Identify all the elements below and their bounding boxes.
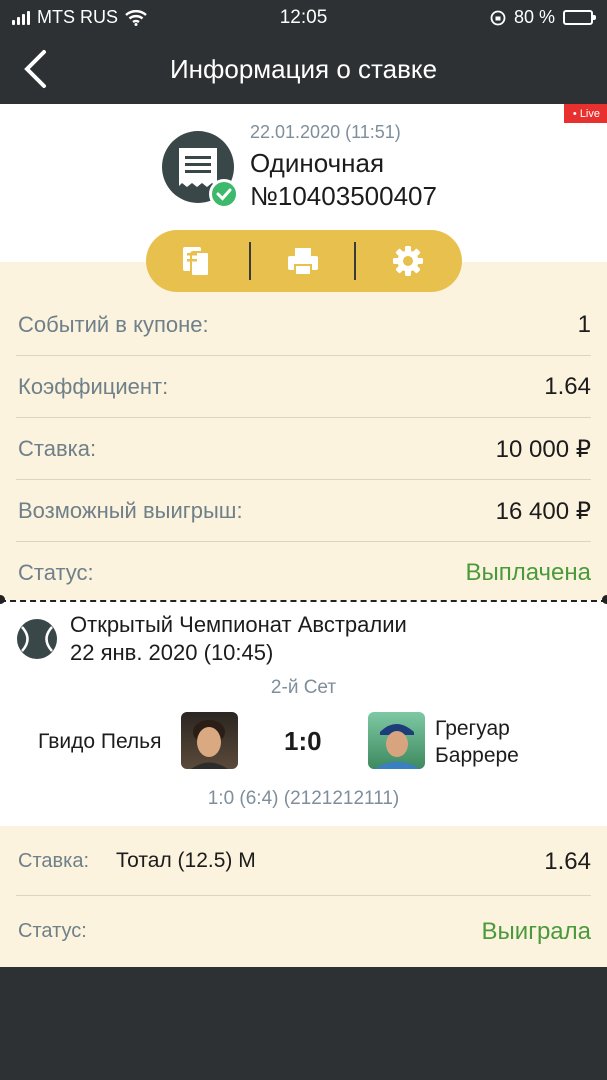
bet-details: Событий в купоне: 1 Коэффициент: 1.64 Ст… — [0, 262, 607, 600]
orientation-lock-icon — [490, 10, 506, 25]
player1-avatar — [181, 712, 238, 769]
battery-icon — [563, 10, 596, 25]
battery-percent: 80 % — [513, 7, 555, 27]
divider-dot — [602, 595, 607, 604]
page-title: Информация о ставке — [169, 54, 438, 84]
detail-row: Возможный выигрыш: 16 400 ₽ — [16, 480, 591, 542]
tennis-ball-icon — [17, 619, 57, 659]
player1-name: Гвидо Пелья — [38, 730, 162, 753]
bet-date: 22.01.2020 (11:51) — [250, 122, 401, 142]
dashed-divider — [0, 600, 607, 602]
possible-win-label: Возможный выигрыш: — [18, 498, 243, 523]
odds-value: 1.64 — [544, 373, 591, 400]
detail-row: Коэффициент: 1.64 — [16, 356, 591, 418]
status-value: Выплачена — [465, 559, 591, 586]
event-card: Открытый Чемпионат Австралии 22 янв. 202… — [0, 600, 607, 826]
bet-row: Ставка: Тотал (12.5) М 1.64 — [16, 826, 591, 896]
stake-value: 10 000 ₽ — [495, 436, 591, 463]
player2-name-line2: Баррере — [435, 744, 519, 767]
event-period: 2-й Сет — [270, 677, 337, 698]
event-date: 22 янв. 2020 (10:45) — [70, 640, 274, 665]
player2-name-line1: Грегуар — [435, 717, 510, 740]
bet-market: Тотал (12.5) М — [116, 849, 256, 872]
gear-icon[interactable] — [390, 244, 426, 278]
score-detail: 1:0 (6:4) (2121212111) — [207, 788, 400, 809]
player2-avatar — [368, 712, 425, 769]
checkmark-icon — [209, 179, 239, 209]
navigation-bar: Информация о ставке — [0, 34, 607, 104]
stake-label: Ставка: — [18, 436, 97, 461]
bet-status-row: Статус: Выиграла — [16, 896, 591, 966]
divider — [249, 242, 251, 280]
divider — [354, 242, 356, 280]
bet-odds: 1.64 — [544, 848, 591, 875]
odds-label: Коэффициент: — [18, 374, 169, 399]
live-badge: • Live — [563, 104, 607, 123]
events-count-value: 1 — [577, 311, 591, 338]
events-count-label: Событий в купоне: — [18, 312, 209, 337]
bet-status-value: Выиграла — [481, 918, 591, 945]
bet-number: №10403500407 — [250, 181, 437, 211]
action-bar — [146, 230, 462, 292]
status-bar: MTS RUS 12:05 80 % — [0, 0, 607, 34]
bet-label: Ставка: — [18, 850, 89, 872]
bet-status-label: Статус: — [18, 920, 87, 942]
bet-type: Одиночная — [250, 148, 385, 178]
detail-row: Ставка: 10 000 ₽ — [16, 418, 591, 480]
tournament-name: Открытый Чемпионат Австралии — [70, 612, 407, 637]
copy-document-icon[interactable] — [178, 244, 214, 278]
match-score: 1:0 — [284, 726, 322, 756]
bet-outcome: Ставка: Тотал (12.5) М 1.64 Статус: Выиг… — [0, 826, 607, 967]
print-icon[interactable] — [285, 244, 321, 278]
possible-win-value: 16 400 ₽ — [495, 498, 591, 525]
detail-row: Статус: Выплачена — [16, 542, 591, 604]
status-label: Статус: — [18, 560, 94, 585]
detail-row: Событий в купоне: 1 — [16, 294, 591, 356]
